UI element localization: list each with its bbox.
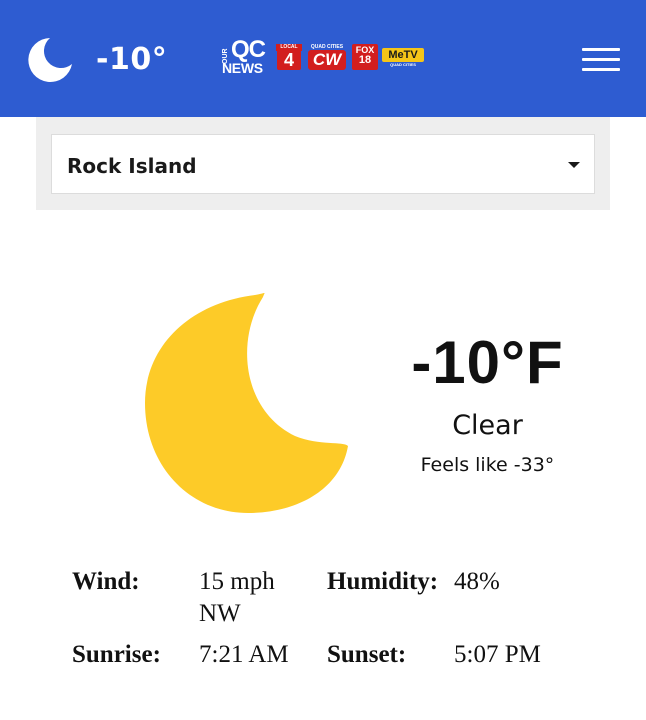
location-select[interactable]: Rock Island bbox=[51, 134, 595, 194]
menu-line-bottom bbox=[582, 68, 620, 71]
hamburger-menu-icon[interactable] bbox=[582, 48, 620, 72]
fox18-logo: FOX 18 bbox=[352, 44, 378, 74]
cw-mark: CW bbox=[308, 50, 346, 70]
sunrise-label: Sunrise: bbox=[72, 641, 161, 668]
sunset-value: 5:07 PM bbox=[454, 641, 541, 668]
cw-logo: QUAD CITIES CW bbox=[306, 44, 348, 74]
humidity-label: Humidity: bbox=[327, 568, 439, 595]
metv-logo: MeTV QUAD CITIES bbox=[382, 48, 424, 68]
location-selected-value: Rock Island bbox=[67, 154, 197, 178]
metv-sub: QUAD CITIES bbox=[390, 62, 416, 67]
local4-logo: LOCAL 4 bbox=[276, 44, 302, 74]
metv-mark: MeTV bbox=[382, 48, 424, 62]
current-condition: Clear bbox=[452, 410, 523, 441]
site-header: -10° OUR QC NEWS LOCAL 4 QUAD CITIES CW … bbox=[0, 0, 646, 117]
wind-speed: 15 mph bbox=[199, 568, 275, 595]
fox-number: 18 bbox=[358, 54, 372, 66]
feels-like: Feels like -33° bbox=[420, 454, 555, 476]
wind-label: Wind: bbox=[72, 568, 140, 595]
crescent-moon-icon[interactable] bbox=[28, 36, 74, 82]
crescent-moon-icon bbox=[145, 293, 348, 513]
humidity-value: 48% bbox=[454, 568, 500, 595]
current-temperature: -10°F bbox=[411, 329, 564, 396]
menu-line-middle bbox=[582, 58, 620, 61]
logo-news-text: NEWS bbox=[222, 60, 263, 76]
header-temperature[interactable]: -10° bbox=[96, 42, 167, 77]
sunset-label: Sunset: bbox=[327, 641, 407, 668]
sunrise-value: 7:21 AM bbox=[199, 641, 289, 668]
local4-number: 4 bbox=[277, 50, 301, 70]
chevron-down-icon bbox=[568, 162, 580, 168]
wind-direction: NW bbox=[199, 600, 241, 627]
menu-line-top bbox=[582, 48, 620, 51]
location-panel: Rock Island bbox=[36, 117, 610, 210]
